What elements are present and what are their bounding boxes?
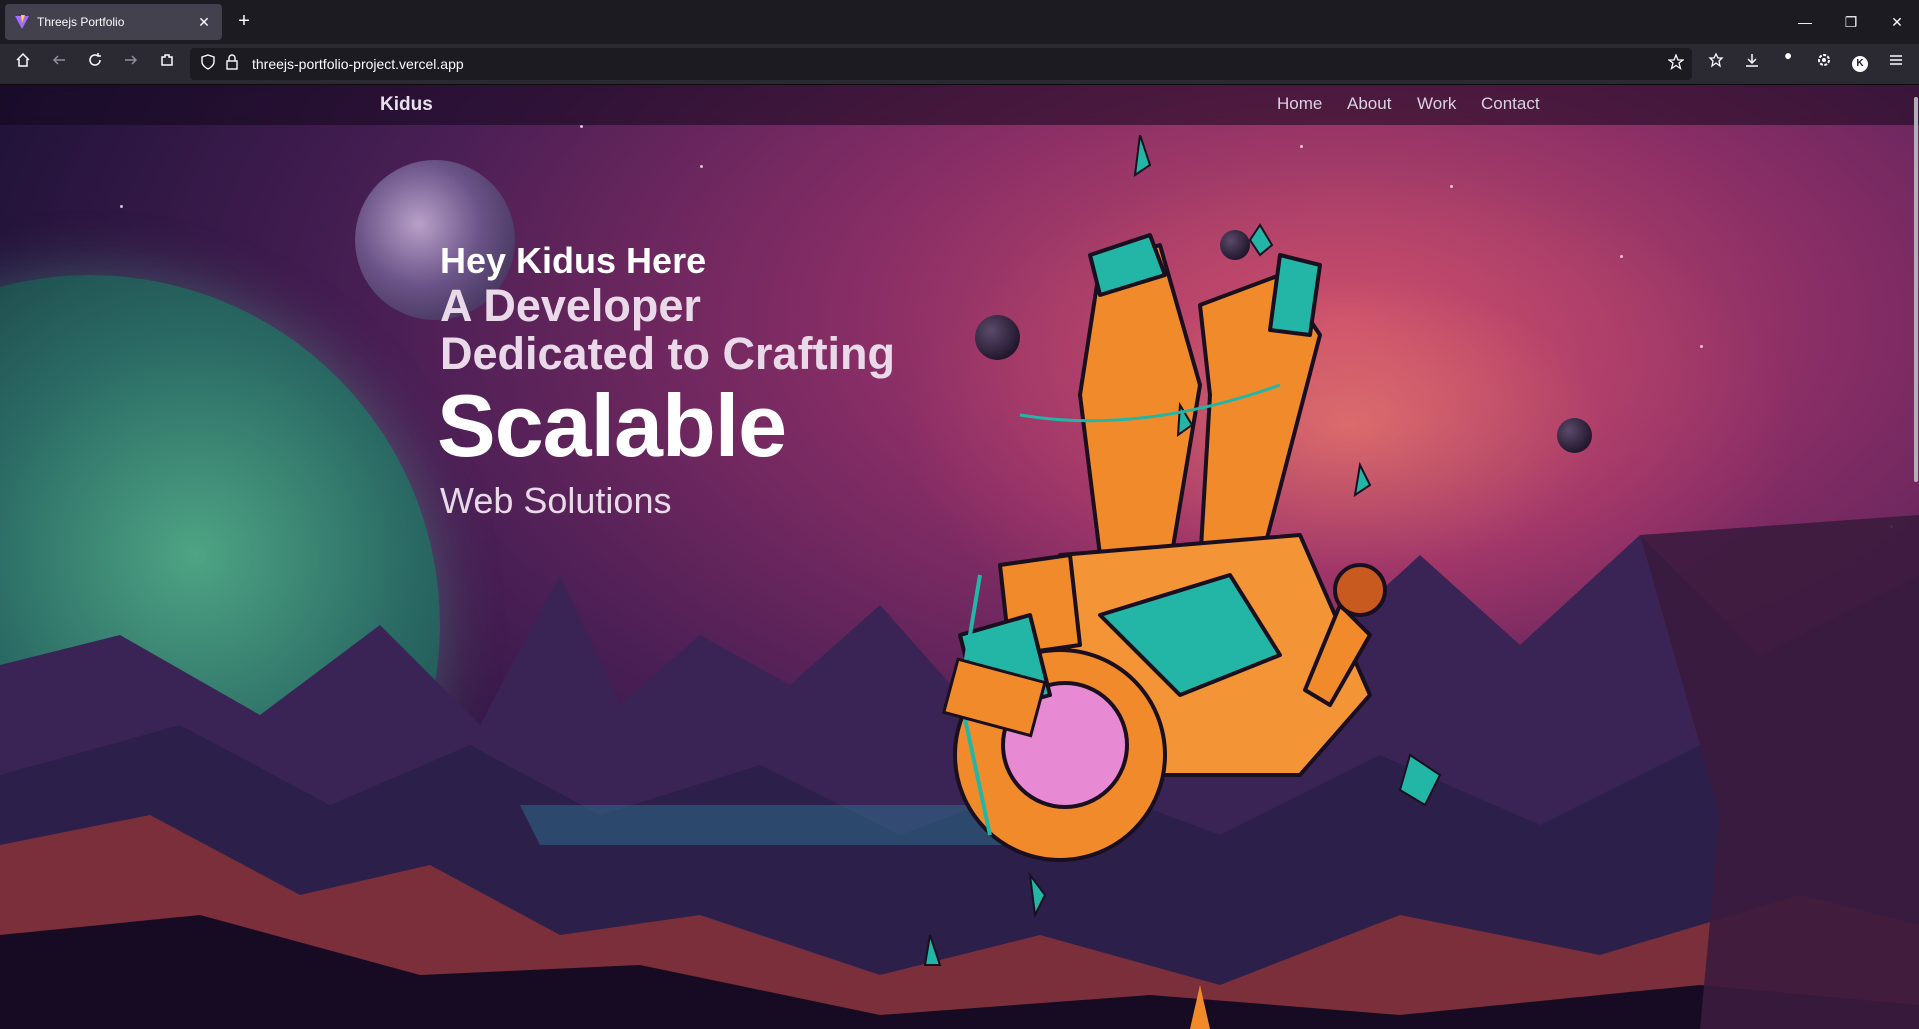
- download-icon[interactable]: [1738, 50, 1766, 78]
- hero-tagline: Web Solutions: [440, 480, 672, 521]
- nav-link-home[interactable]: Home: [1277, 94, 1322, 114]
- new-tab-button[interactable]: +: [232, 10, 256, 34]
- wrench-icon[interactable]: [1774, 50, 1802, 78]
- shield-icon[interactable]: [198, 54, 218, 74]
- close-window-button[interactable]: ✕: [1882, 8, 1912, 36]
- restore-button[interactable]: ❐: [1836, 8, 1866, 36]
- account-icon[interactable]: K: [1846, 50, 1874, 78]
- page-scrollbar[interactable]: [1911, 85, 1919, 1029]
- tab-title: Threejs Portfolio: [37, 15, 125, 29]
- hero-greeting: Hey Kidus Here: [440, 240, 707, 281]
- tab-strip: Threejs Portfolio ✕ + — ❐ ✕: [0, 0, 1919, 44]
- url-text[interactable]: threejs-portfolio-project.vercel.app: [252, 56, 464, 72]
- scrollbar-thumb[interactable]: [1914, 97, 1918, 482]
- astronaut-illustration: [923, 135, 1442, 1029]
- vite-logo-icon: [15, 15, 29, 29]
- nav-link-contact[interactable]: Contact: [1481, 94, 1540, 114]
- hero-subtitle-line-2: Dedicated to Crafting: [440, 328, 896, 379]
- site-navbar: Kidus Home About Work Contact: [0, 85, 1919, 125]
- tab-threejs-portfolio[interactable]: Threejs Portfolio ✕: [5, 4, 222, 40]
- tab-close-icon[interactable]: ✕: [194, 12, 214, 32]
- hero-headline: Scalable: [437, 376, 787, 475]
- collections-icon[interactable]: [1702, 50, 1730, 78]
- back-icon[interactable]: [45, 50, 73, 78]
- page-viewport: Kidus Home About Work Contact Hey Kidus …: [0, 85, 1919, 1029]
- bookmark-star-icon[interactable]: [1666, 53, 1686, 74]
- lock-icon[interactable]: [222, 54, 242, 74]
- small-moon: [1557, 418, 1592, 453]
- nav-link-work[interactable]: Work: [1417, 94, 1456, 114]
- nav-link-about[interactable]: About: [1347, 94, 1391, 114]
- address-bar[interactable]: threejs-portfolio-project.vercel.app: [190, 48, 1692, 80]
- hero-subtitle-line-1: A Developer: [440, 280, 701, 331]
- gear-icon[interactable]: [1810, 50, 1838, 78]
- navigation-toolbar: threejs-portfolio-project.vercel.app K: [0, 44, 1919, 85]
- forward-icon[interactable]: [117, 50, 145, 78]
- brand-logo[interactable]: Kidus: [380, 94, 433, 116]
- account-avatar: K: [1852, 56, 1868, 72]
- minimize-button[interactable]: —: [1790, 8, 1820, 36]
- home-icon[interactable]: [9, 50, 37, 78]
- extensions-icon[interactable]: [153, 50, 181, 78]
- menu-icon[interactable]: [1882, 50, 1910, 78]
- reload-icon[interactable]: [81, 50, 109, 78]
